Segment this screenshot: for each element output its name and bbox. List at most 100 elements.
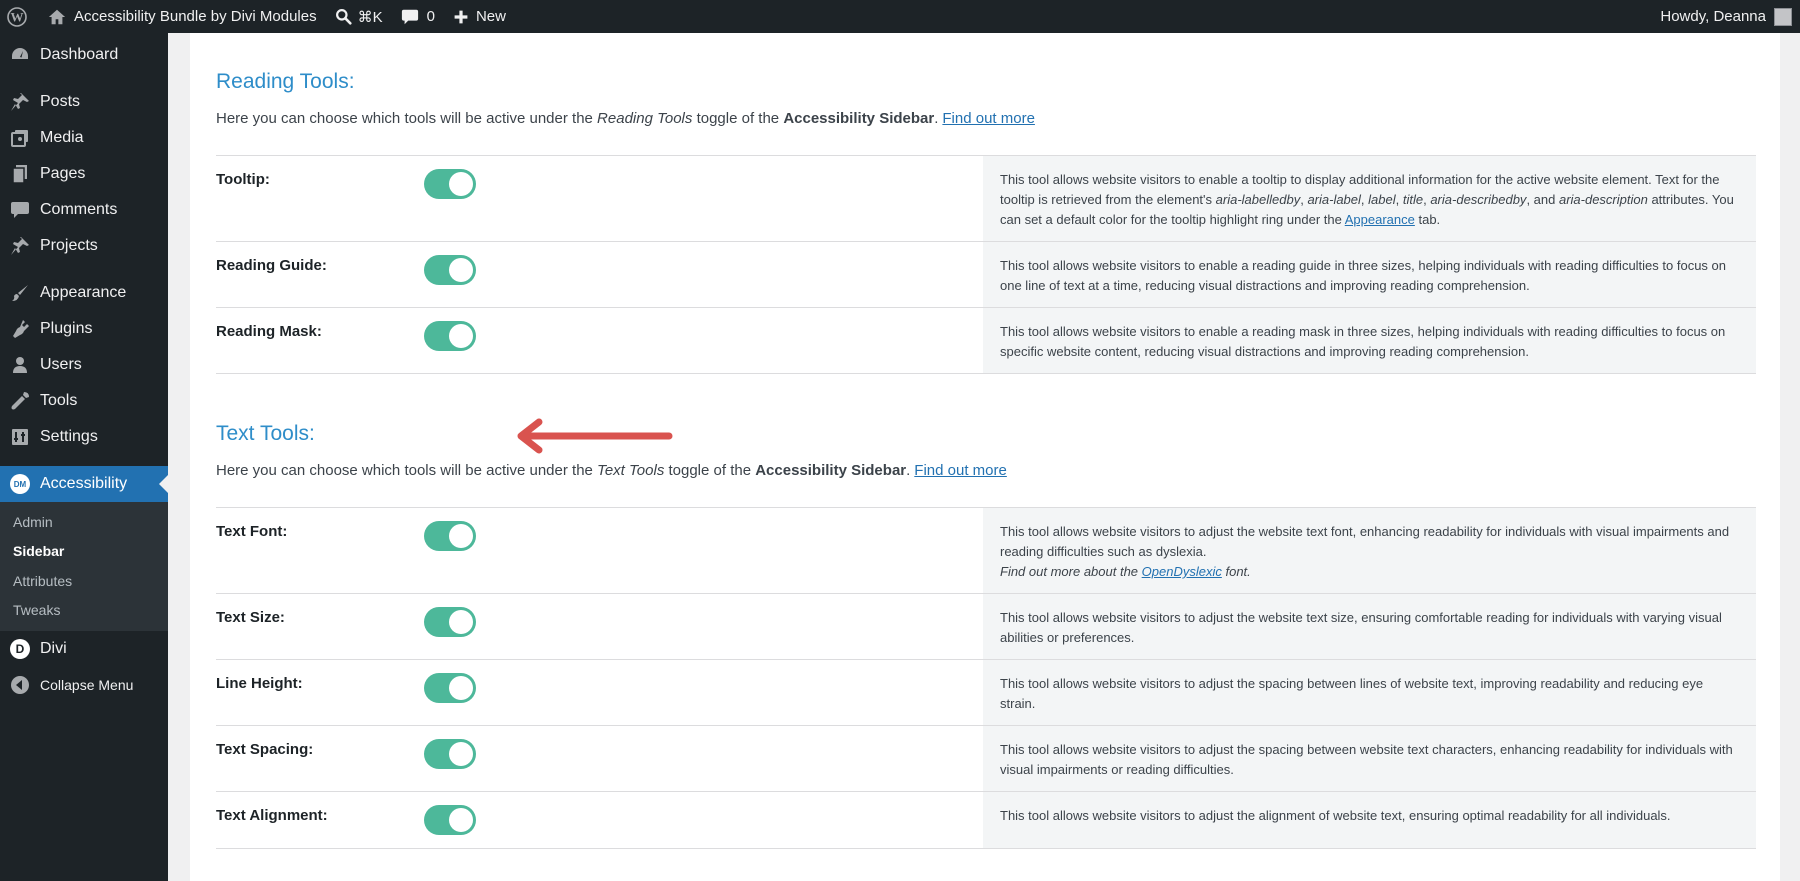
menu-label: Media (40, 129, 84, 146)
tool-row-text-size: Text Size: This tool allows website visi… (216, 594, 1756, 660)
tool-description: This tool allows website visitors to adj… (983, 660, 1756, 725)
tool-description: This tool allows website visitors to adj… (983, 508, 1756, 593)
menu-dashboard[interactable]: Dashboard (0, 37, 168, 73)
font-note: Find out more about the OpenDyslexic fon… (1000, 564, 1251, 579)
reading-mask-toggle[interactable] (424, 321, 476, 351)
submenu-attributes[interactable]: Attributes (0, 566, 168, 596)
tool-row-line-height: Line Height: This tool allows website vi… (216, 660, 1756, 726)
dashboard-icon (12, 48, 28, 59)
plus-icon (454, 10, 468, 23)
text-font-toggle[interactable] (424, 521, 476, 551)
comments-link[interactable]: 0 (392, 0, 444, 33)
menu-posts[interactable]: Posts (0, 84, 168, 120)
submenu-tweaks[interactable]: Tweaks (0, 596, 168, 626)
menu-label: Plugins (40, 320, 93, 337)
comment-icon (11, 202, 29, 218)
wordpress-logo-icon[interactable]: W (0, 0, 39, 33)
text-tools-title: Text Tools: (216, 422, 315, 445)
desc-text: font. (1221, 564, 1251, 579)
appearance-link[interactable]: Appearance (1345, 212, 1415, 227)
search-icon (335, 9, 352, 25)
settings-icon (12, 429, 28, 445)
menu-label: Settings (40, 428, 98, 445)
desc-text: This tool allows website visitors to adj… (1000, 524, 1730, 559)
opendyslexic-link[interactable]: OpenDyslexic (1142, 564, 1222, 579)
site-name-link[interactable]: Accessibility Bundle by Divi Modules (39, 0, 326, 33)
tool-label: Reading Mask: (216, 323, 322, 340)
divi-logo-icon: D (10, 639, 30, 659)
submenu-admin[interactable]: Admin (0, 507, 168, 537)
wrench-icon (11, 392, 29, 410)
menu-divi[interactable]: D Divi (0, 631, 168, 667)
menu-label: Appearance (40, 284, 127, 301)
menu-plugins[interactable]: Plugins (0, 311, 168, 347)
submenu-sidebar[interactable]: Sidebar (0, 537, 168, 567)
desc-emphasis: aria-labelledby (1215, 192, 1301, 207)
new-content-link[interactable]: New (444, 0, 515, 33)
avatar (1774, 7, 1792, 26)
divi-modules-logo-icon: DM (10, 474, 30, 494)
tool-description: This tool allows website visitors to adj… (983, 594, 1756, 659)
tool-description: This tool allows website visitors to adj… (983, 726, 1756, 791)
annotation-arrow-icon (517, 418, 673, 454)
menu-label: Accessibility (40, 475, 128, 492)
tool-label: Text Size: (216, 609, 285, 626)
desc-emphasis: aria-label (1307, 192, 1361, 207)
tool-label: Tooltip: (216, 171, 270, 188)
tool-row-text-font: Text Font: This tool allows website visi… (216, 508, 1756, 594)
desc-text: toggle of the (664, 462, 756, 479)
menu-label: Pages (40, 165, 86, 182)
tooltip-toggle[interactable] (424, 169, 476, 199)
pushpin-icon (11, 93, 29, 111)
menu-projects[interactable]: Projects (0, 228, 168, 264)
desc-strong: Accessibility Sidebar (755, 462, 907, 479)
text-tools-find-out-more-link[interactable]: Find out more (914, 462, 1007, 479)
tool-description: This tool allows website visitors to ena… (983, 242, 1756, 307)
menu-settings[interactable]: Settings (0, 419, 168, 455)
line-height-toggle[interactable] (424, 673, 476, 703)
desc-strong: Accessibility Sidebar (783, 110, 935, 127)
menu-pages[interactable]: Pages (0, 156, 168, 192)
tool-row-text-spacing: Text Spacing: This tool allows website v… (216, 726, 1756, 792)
tool-row-reading-guide: Reading Guide: This tool allows website … (216, 242, 1756, 308)
pushpin-icon (11, 237, 29, 255)
desc-text: , (1395, 192, 1403, 207)
menu-label: Posts (40, 93, 81, 110)
menu-accessibility[interactable]: DM Accessibility (0, 466, 168, 502)
desc-text: . (934, 110, 939, 127)
my-account-link[interactable]: Howdy, Deanna (1651, 0, 1800, 33)
text-spacing-toggle[interactable] (424, 739, 476, 769)
command-search[interactable]: ⌘K (326, 0, 392, 33)
collapse-menu-button[interactable]: Collapse Menu (0, 667, 168, 703)
menu-appearance[interactable]: Appearance (0, 275, 168, 311)
menu-label: Divi (40, 640, 67, 657)
search-shortcut: ⌘K (357, 8, 383, 26)
reading-guide-toggle[interactable] (424, 255, 476, 285)
desc-emphasis: Reading Tools (597, 110, 693, 127)
svg-text:W: W (11, 9, 24, 24)
home-icon (48, 9, 66, 24)
paintbrush-icon (12, 285, 28, 301)
user-icon (13, 357, 27, 373)
desc-emphasis: label (1368, 192, 1396, 207)
menu-tools[interactable]: Tools (0, 383, 168, 419)
menu-label: Projects (40, 237, 98, 254)
text-size-toggle[interactable] (424, 607, 476, 637)
menu-comments[interactable]: Comments (0, 192, 168, 228)
tool-label: Text Spacing: (216, 741, 314, 758)
text-alignment-toggle[interactable] (424, 805, 476, 835)
menu-media[interactable]: Media (0, 120, 168, 156)
text-tools-table: Text Font: This tool allows website visi… (216, 507, 1756, 849)
reading-tools-find-out-more-link[interactable]: Find out more (942, 110, 1035, 127)
desc-text: Here you can choose which tools will be … (216, 110, 598, 127)
tool-description: This tool allows website visitors to ena… (983, 308, 1756, 373)
tool-row-reading-mask: Reading Mask: This tool allows website v… (216, 308, 1756, 374)
menu-users[interactable]: Users (0, 347, 168, 383)
pages-icon (12, 165, 27, 184)
admin-menu: Dashboard Posts Media Pages Comments Pro… (0, 33, 168, 881)
tool-label: Line Height: (216, 675, 303, 692)
howdy-text: Howdy, Deanna (1660, 8, 1766, 25)
text-tools-description: Here you can choose which tools will be … (216, 462, 1007, 479)
desc-text: , and (1526, 192, 1559, 207)
media-icon (11, 130, 28, 147)
